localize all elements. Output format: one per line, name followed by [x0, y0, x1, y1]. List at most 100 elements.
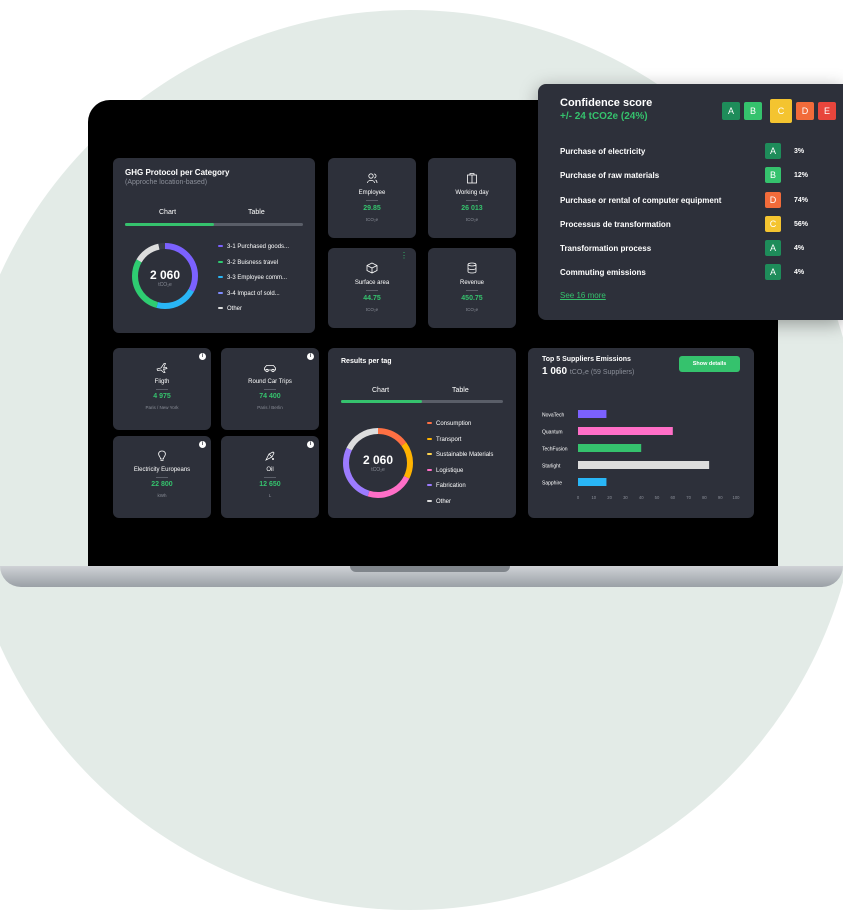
- legend-swatch: [218, 276, 223, 279]
- legend-swatch: [427, 468, 432, 471]
- confidence-row-grade: C: [765, 216, 781, 232]
- bar-category-label: TechFusion: [542, 447, 568, 453]
- bar-category-label: Sapphire: [542, 481, 562, 487]
- legend-label: Other: [227, 306, 243, 312]
- divider: [264, 477, 276, 478]
- bar-category-label: Quantum: [542, 430, 563, 436]
- see-more-link[interactable]: See 16 more: [560, 291, 606, 300]
- cube-icon: [366, 262, 378, 274]
- kpi-card-revenue[interactable]: Revenue 450.75 tCO₂e: [428, 248, 516, 328]
- stat-card-oil[interactable]: i Oil 12 650 L: [221, 436, 319, 518]
- confidence-row-grade: D: [765, 192, 781, 208]
- legend-label: 3-4 Impact of sold...: [227, 290, 280, 297]
- ghg-legend: 3-1 Purchased goods... 3-2 Buisness trav…: [218, 240, 289, 318]
- stat-label: Fligth: [154, 379, 170, 385]
- oil-icon: [265, 451, 275, 461]
- ghg-tab-chart[interactable]: Chart: [159, 209, 176, 216]
- x-tick-label: 10: [591, 495, 596, 500]
- confidence-row-grade: A: [765, 264, 781, 280]
- ghg-tab-indicator: [125, 223, 214, 226]
- x-tick-label: 50: [655, 495, 660, 500]
- plane-icon: [156, 363, 168, 373]
- divider: [264, 389, 276, 390]
- bar-novatech: [578, 410, 607, 418]
- bar-quantum: [578, 427, 673, 435]
- x-tick-label: 40: [639, 495, 644, 500]
- grade-c-selected: C: [770, 99, 792, 123]
- ghg-legend-item: 3-2 Buisness travel: [218, 256, 289, 272]
- suppliers-total-value: 1 060: [542, 366, 568, 377]
- legend-label: Other: [436, 498, 452, 505]
- legend-label: Transport: [436, 436, 462, 443]
- results-legend-item: Other: [427, 495, 493, 511]
- info-icon[interactable]: i: [307, 441, 314, 448]
- bar-category-label: Starlight: [542, 464, 561, 470]
- legend-label: Logistique: [436, 467, 464, 474]
- kpi-label: Surface area: [354, 280, 390, 286]
- ghg-legend-item: 3-4 Impact of sold...: [218, 287, 289, 303]
- ghg-legend-item: 3-1 Purchased goods...: [218, 240, 289, 256]
- show-details-button[interactable]: Show details: [679, 356, 740, 372]
- divider: [366, 200, 378, 201]
- confidence-row-pct: 4%: [794, 245, 805, 252]
- results-legend-item: Consumption: [427, 417, 493, 433]
- info-icon[interactable]: i: [199, 353, 206, 360]
- divider: [156, 389, 168, 390]
- stat-unit: kWh: [157, 493, 167, 498]
- ghg-card: GHG Protocol per Category (Approche loca…: [113, 158, 315, 333]
- confidence-delta: +/- 24 tCO2e (24%): [560, 111, 648, 122]
- bar-techfusion: [578, 444, 642, 452]
- confidence-row-pct: 3%: [794, 148, 805, 155]
- results-legend-item: Sustainable Materials: [427, 448, 493, 464]
- confidence-row-pct: 4%: [794, 269, 805, 276]
- ghg-subtitle: (Approche location-based): [125, 179, 208, 186]
- stat-card-flight[interactable]: i Fligth 4 975 Paris / New York: [113, 348, 211, 430]
- kpi-unit: tCO₂e: [365, 217, 379, 222]
- suppliers-total-unit: tCO₂e (59 Suppliers): [569, 369, 635, 376]
- stat-value: 4 975: [153, 393, 171, 400]
- divider: [466, 200, 478, 201]
- kpi-unit: tCO₂e: [365, 307, 379, 312]
- x-tick-label: 60: [670, 495, 675, 500]
- confidence-title: Confidence score: [560, 97, 653, 109]
- confidence-row-label: Commuting emissions: [560, 268, 646, 277]
- ghg-title: GHG Protocol per Category: [125, 168, 230, 177]
- legend-label: 3-3 Employee comm...: [227, 275, 288, 281]
- confidence-score-panel: Confidence score +/- 24 tCO2e (24%) A B …: [538, 84, 843, 320]
- legend-swatch: [427, 422, 432, 425]
- stat-card-electricity[interactable]: i Electricity Europeans 22 800 kWh: [113, 436, 211, 518]
- stat-label: Round Car Trips: [248, 379, 292, 385]
- info-icon[interactable]: i: [307, 353, 314, 360]
- kpi-value: 29.85: [363, 205, 381, 212]
- x-tick-label: 90: [718, 495, 723, 500]
- top-suppliers-card: Top 5 Suppliers Emissions 1 060 tCO₂e (5…: [528, 348, 754, 518]
- stat-card-car-trips[interactable]: i Round Car Trips 74 400 Paris / Berlin: [221, 348, 319, 430]
- bar-starlight: [578, 461, 710, 469]
- confidence-row-label: Processus de transformation: [560, 220, 671, 229]
- kpi-value: 26 013: [461, 205, 483, 212]
- divider: [466, 290, 478, 291]
- kpi-card-working-day[interactable]: Working day 26 013 tCO₂e: [428, 158, 516, 238]
- legend-label: 3-1 Purchased goods...: [227, 244, 290, 250]
- ghg-tab-table[interactable]: Table: [248, 209, 265, 216]
- grade-d: D: [796, 102, 814, 120]
- results-legend-item: Logistique: [427, 464, 493, 480]
- results-tab-table[interactable]: Table: [452, 387, 469, 394]
- kpi-card-employee[interactable]: Employee 29.85 tCO₂e: [328, 158, 416, 238]
- info-icon[interactable]: i: [199, 441, 206, 448]
- confidence-row-label: Transformation process: [560, 244, 652, 253]
- results-unit: tCO₂e: [371, 467, 385, 473]
- suppliers-total: 1 060 tCO₂e (59 Suppliers): [542, 366, 634, 377]
- results-tab-chart[interactable]: Chart: [372, 387, 389, 394]
- calendar-icon: [467, 173, 477, 184]
- kpi-value: 450.75: [461, 295, 483, 302]
- car-icon: [264, 365, 276, 373]
- ghg-total: 2 060: [149, 268, 181, 282]
- stat-label: Electricity Europeans: [133, 467, 191, 473]
- kpi-card-surface-area[interactable]: ⋮ Surface area 44.75 tCO₂e: [328, 248, 416, 328]
- legend-swatch: [427, 453, 432, 456]
- stat-value: 22 800: [151, 481, 173, 488]
- kebab-menu-icon[interactable]: ⋮: [400, 251, 408, 260]
- kpi-label: Revenue: [459, 280, 485, 286]
- confidence-row-grade: A: [765, 240, 781, 256]
